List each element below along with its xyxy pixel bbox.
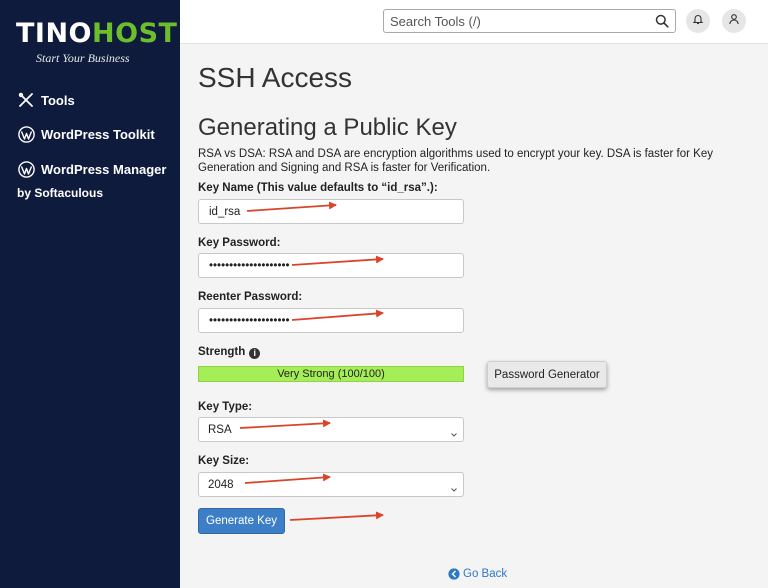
sidebar: TINOHOST Start Your Business Tools WordP… bbox=[0, 0, 180, 588]
user-icon bbox=[728, 12, 740, 30]
generate-key-button[interactable]: Generate Key bbox=[198, 508, 285, 534]
section-title: Generating a Public Key bbox=[198, 114, 457, 141]
tools-icon bbox=[17, 91, 35, 109]
reenter-password-field-box bbox=[198, 308, 464, 333]
description-text: RSA vs DSA: RSA and DSA are encryption a… bbox=[198, 148, 713, 174]
search-icon[interactable] bbox=[655, 14, 669, 28]
sidebar-item-wordpress-manager[interactable]: WordPress Manager bbox=[17, 160, 166, 178]
info-icon[interactable]: i bbox=[249, 348, 261, 359]
key-password-input[interactable] bbox=[199, 254, 463, 277]
key-type-select-box: RSA bbox=[198, 417, 464, 442]
brand-logo[interactable]: TINOHOST Start Your Business bbox=[16, 18, 178, 66]
page-title: SSH Access bbox=[198, 62, 353, 93]
wordpress-icon bbox=[17, 125, 35, 143]
reenter-password-label: Reenter Password: bbox=[198, 291, 303, 303]
key-name-input[interactable] bbox=[199, 200, 463, 223]
sidebar-item-wordpress-toolkit[interactable]: WordPress Toolkit bbox=[17, 125, 155, 143]
strength-label: Strength i bbox=[198, 346, 261, 359]
key-type-label: Key Type: bbox=[198, 401, 253, 413]
arrow-left-circle-icon bbox=[448, 568, 460, 580]
key-size-select-box: 2048 bbox=[198, 472, 464, 497]
key-type-select[interactable]: RSA bbox=[199, 418, 463, 441]
top-bar bbox=[180, 0, 768, 44]
bell-icon bbox=[692, 12, 704, 30]
sidebar-item-label: Tools bbox=[41, 92, 75, 108]
sidebar-item-label: WordPress Manager bbox=[41, 161, 167, 177]
key-size-select[interactable]: 2048 bbox=[199, 473, 463, 496]
sidebar-item-sublabel: by Softaculous bbox=[17, 186, 104, 200]
logo-tagline: Start Your Business bbox=[36, 51, 130, 65]
sidebar-item-label: WordPress Toolkit bbox=[41, 126, 155, 142]
main-content: SSH Access Generating a Public Key RSA v… bbox=[180, 44, 768, 588]
search-input[interactable] bbox=[390, 12, 650, 30]
user-menu-button[interactable] bbox=[722, 9, 746, 33]
wordpress-icon bbox=[17, 160, 35, 178]
go-back-link[interactable]: Go Back bbox=[448, 568, 507, 580]
logo-wordmark: TINOHOST bbox=[16, 18, 178, 49]
go-back-label: Go Back bbox=[463, 568, 508, 580]
notifications-button[interactable] bbox=[686, 9, 710, 33]
sidebar-item-tools[interactable]: Tools bbox=[17, 91, 75, 109]
key-size-label: Key Size: bbox=[198, 455, 250, 467]
strength-meter: Very Strong (100/100) bbox=[198, 366, 464, 382]
key-name-label: Key Name (This value defaults to “id_rsa… bbox=[198, 182, 438, 194]
strength-meter-text: Very Strong (100/100) bbox=[277, 368, 385, 380]
search-box[interactable] bbox=[383, 9, 676, 33]
reenter-password-input[interactable] bbox=[199, 309, 463, 332]
key-password-label: Key Password: bbox=[198, 237, 281, 249]
key-password-field-box bbox=[198, 253, 464, 278]
key-name-field-box bbox=[198, 199, 464, 224]
password-generator-button[interactable]: Password Generator bbox=[487, 361, 607, 388]
